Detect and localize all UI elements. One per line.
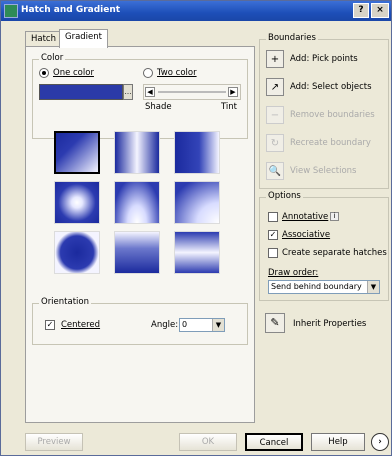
options-group-label: Options xyxy=(266,191,303,201)
view-selections-icon: 🔍 xyxy=(266,162,284,180)
associative-checkbox[interactable]: ✓ xyxy=(268,230,278,240)
inherit-properties-label[interactable]: Inherit Properties xyxy=(293,319,366,329)
window-title: Hatch and Gradient xyxy=(21,5,121,15)
cancel-button[interactable]: Cancel xyxy=(245,433,303,451)
draw-order-value: Send behind boundary xyxy=(271,282,362,291)
color-group: Color One color Two color … ◀ ▶ Shade Ti… xyxy=(32,53,248,139)
view-selections-label: View Selections xyxy=(290,166,357,176)
boundaries-group-label: Boundaries xyxy=(266,33,318,43)
color-browse-button[interactable]: … xyxy=(123,84,133,100)
title-bar: Hatch and Gradient ? × xyxy=(1,1,391,21)
angle-value: 0 xyxy=(182,320,188,329)
info-icon: i xyxy=(330,212,339,221)
shade-tint-slider[interactable]: ◀ ▶ xyxy=(143,84,241,100)
close-button[interactable]: × xyxy=(371,3,389,18)
help-button[interactable]: Help xyxy=(311,433,365,451)
color-swatch xyxy=(39,84,123,100)
chevron-down-icon: ▼ xyxy=(367,281,379,293)
gradient-pattern-grid xyxy=(54,131,224,277)
shade-label: Shade xyxy=(145,102,172,112)
two-color-label: Two color xyxy=(157,68,197,78)
boundaries-group: Boundaries + Add: Pick points ↗ Add: Sel… xyxy=(259,33,389,189)
angle-select[interactable]: 0 ▼ xyxy=(179,318,225,332)
app-icon xyxy=(4,4,18,18)
options-group: Options Annotative i ✓ Associative Creat… xyxy=(259,191,389,301)
gradient-swatch-8[interactable] xyxy=(114,231,160,274)
gradient-swatch-7[interactable] xyxy=(54,231,100,274)
tint-label: Tint xyxy=(221,102,238,112)
annotative-label: Annotative xyxy=(282,212,329,222)
two-color-radio[interactable] xyxy=(143,68,153,78)
draw-order-select[interactable]: Send behind boundary ▼ xyxy=(268,280,380,294)
centered-checkbox[interactable]: ✓ xyxy=(45,320,55,330)
recreate-boundary-icon: ↻ xyxy=(266,134,284,152)
slider-left-arrow[interactable]: ◀ xyxy=(145,87,155,97)
draw-order-label: Draw order: xyxy=(268,268,319,278)
one-color-label: One color xyxy=(53,68,94,78)
angle-label: Angle: xyxy=(151,320,179,330)
gradient-swatch-3[interactable] xyxy=(174,131,220,174)
preview-button: Preview xyxy=(25,433,83,451)
color-group-label: Color xyxy=(39,53,66,63)
associative-label: Associative xyxy=(282,230,331,240)
tab-hatch[interactable]: Hatch xyxy=(25,31,62,47)
help-title-button[interactable]: ? xyxy=(353,3,369,18)
gradient-swatch-4[interactable] xyxy=(54,181,100,224)
gradient-swatch-1[interactable] xyxy=(54,131,100,174)
gradient-swatch-2[interactable] xyxy=(114,131,160,174)
pick-points-label[interactable]: Add: Pick points xyxy=(290,54,358,64)
tab-gradient[interactable]: Gradient xyxy=(59,29,108,48)
slider-right-arrow[interactable]: ▶ xyxy=(228,87,238,97)
select-objects-label[interactable]: Add: Select objects xyxy=(290,82,372,92)
separate-hatches-checkbox[interactable] xyxy=(268,248,278,258)
annotative-checkbox[interactable] xyxy=(268,212,278,222)
chevron-down-icon: ▼ xyxy=(212,319,224,331)
more-options-button[interactable]: › xyxy=(371,433,389,451)
select-objects-icon[interactable]: ↗ xyxy=(266,78,284,96)
one-color-radio[interactable] xyxy=(39,68,49,78)
recreate-boundary-label: Recreate boundary xyxy=(290,138,371,148)
slider-track xyxy=(158,91,226,93)
inherit-properties-icon[interactable]: ✎ xyxy=(265,313,285,333)
remove-boundaries-label: Remove boundaries xyxy=(290,110,375,120)
separate-hatches-label: Create separate hatches xyxy=(282,248,387,258)
pick-points-icon[interactable]: + xyxy=(266,50,284,68)
gradient-panel: Color One color Two color … ◀ ▶ Shade Ti… xyxy=(25,46,255,423)
orientation-group: Orientation ✓ Centered Angle: 0 ▼ xyxy=(32,297,248,345)
gradient-swatch-5[interactable] xyxy=(114,181,160,224)
remove-boundaries-icon: − xyxy=(266,106,284,124)
ok-button: OK xyxy=(179,433,237,451)
hatch-gradient-dialog: Hatch and Gradient ? × Hatch Gradient Co… xyxy=(0,0,392,456)
gradient-swatch-6[interactable] xyxy=(174,181,220,224)
gradient-swatch-9[interactable] xyxy=(174,231,220,274)
orientation-group-label: Orientation xyxy=(39,297,91,307)
centered-label: Centered xyxy=(61,320,101,330)
